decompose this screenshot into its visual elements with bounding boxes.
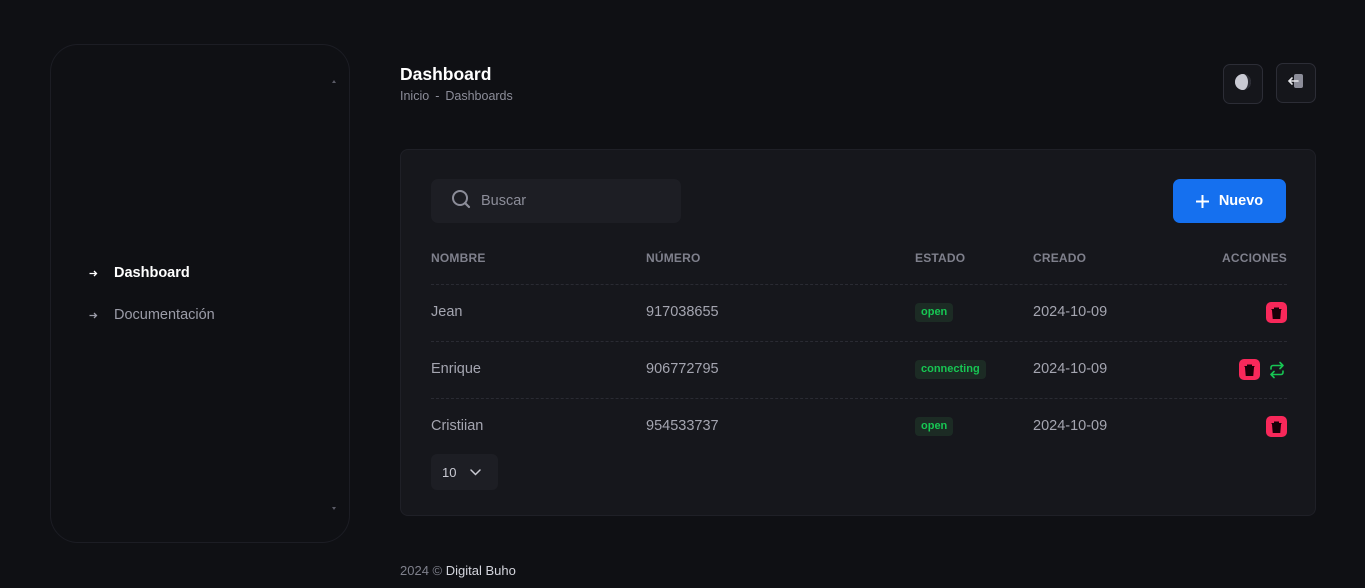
sidebar-item-documentacion[interactable]: Documentación <box>89 305 215 325</box>
reconnect-button[interactable] <box>1266 359 1287 380</box>
cell-numero: 954533737 <box>646 418 719 434</box>
row-actions <box>1239 359 1287 380</box>
delete-button[interactable] <box>1266 302 1287 323</box>
page-size-value: 10 <box>442 464 457 480</box>
chevron-down-icon <box>470 468 482 476</box>
new-button-label: Nuevo <box>1218 193 1264 209</box>
sidebar-item-label: Dashboard <box>114 265 190 281</box>
cell-nombre: Jean <box>431 304 463 320</box>
column-header-numero[interactable]: NÚMERO <box>646 251 701 265</box>
breadcrumb: Inicio - Dashboards <box>400 89 513 103</box>
status-badge: open <box>915 303 954 322</box>
sidebar-item-dashboard[interactable]: Dashboard <box>89 263 215 283</box>
trash-icon <box>1271 307 1282 319</box>
delete-button[interactable] <box>1239 359 1260 380</box>
table-row: Cristiian 954533737 open 2024-10-09 <box>431 399 1287 456</box>
plus-icon <box>1195 194 1209 208</box>
cell-creado: 2024-10-09 <box>1033 304 1108 320</box>
logout-button[interactable] <box>1276 63 1316 103</box>
moon-icon <box>1234 73 1252 96</box>
breadcrumb-separator: - <box>435 89 440 103</box>
cell-nombre: Cristiian <box>431 418 484 434</box>
breadcrumb-item-inicio[interactable]: Inicio <box>400 89 429 103</box>
search-icon <box>451 189 471 214</box>
page-title: Dashboard <box>400 64 492 84</box>
sidebar-item-label: Documentación <box>114 307 215 323</box>
footer-copyright: 2024 © <box>400 563 443 578</box>
status-badge: open <box>915 417 954 436</box>
page-size-select[interactable]: 10 <box>431 454 498 490</box>
trash-icon <box>1271 421 1282 433</box>
cell-creado: 2024-10-09 <box>1033 361 1108 377</box>
cell-numero: 917038655 <box>646 304 719 320</box>
scroll-up-arrow-icon[interactable] <box>332 80 336 83</box>
table-header: NOMBRE NÚMERO ESTADO CREADO ACCIONES <box>431 249 1287 285</box>
sidebar-nav: Dashboard Documentación <box>89 263 215 347</box>
cell-numero: 906772795 <box>646 361 719 377</box>
logout-icon <box>1286 71 1306 96</box>
cell-creado: 2024-10-09 <box>1033 418 1108 434</box>
arrow-right-icon <box>89 311 98 320</box>
breadcrumb-item-dashboards: Dashboards <box>445 89 513 103</box>
theme-toggle-button[interactable] <box>1223 64 1263 104</box>
sync-icon <box>1269 361 1284 378</box>
column-header-estado[interactable]: ESTADO <box>915 251 965 265</box>
footer-brand-link[interactable]: Digital Buho <box>446 563 516 578</box>
trash-icon <box>1244 364 1255 376</box>
status-badge: connecting <box>915 360 986 379</box>
column-header-acciones: ACCIONES <box>1222 251 1287 265</box>
search-input[interactable] <box>481 193 661 209</box>
row-actions <box>1266 416 1287 437</box>
table-row: Enrique 906772795 connecting 2024-10-09 <box>431 342 1287 399</box>
footer: 2024 © Digital Buho <box>400 563 516 578</box>
arrow-right-icon <box>89 269 98 278</box>
column-header-nombre[interactable]: NOMBRE <box>431 251 486 265</box>
new-button[interactable]: Nuevo <box>1173 179 1286 223</box>
row-actions <box>1266 302 1287 323</box>
sessions-card: Nuevo NOMBRE NÚMERO ESTADO CREADO ACCION… <box>400 149 1316 516</box>
cell-nombre: Enrique <box>431 361 481 377</box>
sidebar: Dashboard Documentación <box>50 44 350 543</box>
table-row: Jean 917038655 open 2024-10-09 <box>431 285 1287 342</box>
search-box <box>431 179 681 223</box>
delete-button[interactable] <box>1266 416 1287 437</box>
scroll-down-arrow-icon[interactable] <box>332 507 336 510</box>
column-header-creado[interactable]: CREADO <box>1033 251 1086 265</box>
